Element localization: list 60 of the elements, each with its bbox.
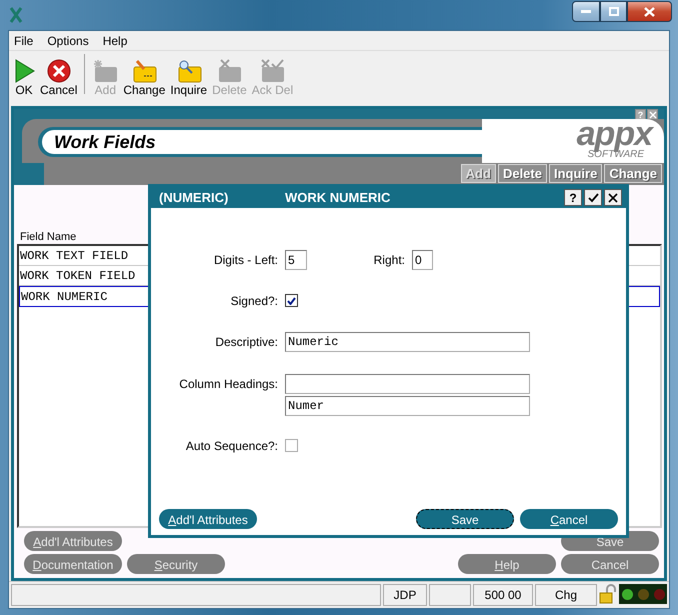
save-button[interactable]: Save (416, 509, 514, 529)
close-button[interactable] (627, 1, 672, 22)
add-l-attributes-button[interactable]: Add'l Attributes (159, 509, 257, 529)
close-icon (648, 110, 656, 118)
help-button[interactable]: Help (458, 554, 556, 574)
field-label: Auto Sequence?: (184, 438, 279, 455)
folder-x-check-icon (259, 59, 286, 83)
folder-icon (92, 59, 118, 83)
close-icon (644, 6, 655, 16)
status-cell: JDP (383, 584, 427, 606)
menu-item[interactable]: Options (47, 34, 89, 48)
toolbar-button[interactable]: Cancel (39, 59, 78, 97)
status-cell: 500 00 (473, 584, 533, 606)
toolbar-button[interactable]: Inquire (169, 59, 208, 97)
logo: appx SOFTWARE (482, 119, 664, 163)
input-field[interactable]: 0 (412, 250, 433, 270)
play-icon (13, 59, 35, 83)
dialog-type: (NUMERIC) (159, 190, 230, 205)
mode-button[interactable]: Inquire (548, 164, 602, 183)
minimize-icon (581, 10, 591, 14)
cancel-button[interactable]: Cancel (520, 509, 618, 529)
minimize-button[interactable] (572, 1, 600, 22)
field-label: Digits - Left: (212, 252, 279, 269)
column-header: Field Name (20, 231, 78, 243)
screen-title: Work Fields (42, 130, 482, 154)
menu-item[interactable]: Help (102, 34, 128, 48)
mode-button[interactable]: Change (604, 164, 662, 183)
mode-button[interactable]: Delete (498, 164, 547, 183)
help-button[interactable]: ? (564, 189, 582, 206)
field-label: Right: (372, 252, 406, 269)
field-label: Column Headings: (178, 376, 279, 393)
maximize-icon (608, 7, 618, 16)
field-label: Signed?: (230, 293, 279, 310)
input-field[interactable]: Numeric (285, 332, 530, 352)
status-cell: Chg (535, 584, 597, 606)
input-field[interactable]: Numer (285, 396, 530, 416)
dialog-title: WORK NUMERIC (285, 190, 392, 205)
close-icon (608, 192, 618, 202)
input-field[interactable]: 5 (285, 250, 307, 270)
field-label: Descriptive: (214, 334, 279, 351)
check-icon (588, 192, 598, 202)
menu-item[interactable]: File (14, 34, 34, 48)
traffic-light-icon (619, 584, 667, 604)
security-button[interactable]: Security (127, 554, 225, 574)
cancel-button[interactable]: Cancel (561, 554, 659, 574)
ok-button[interactable] (584, 189, 602, 206)
padlock-icon (599, 584, 617, 604)
checkbox[interactable] (285, 294, 298, 307)
toolbar-button[interactable]: Change (122, 59, 166, 97)
note-pencil-icon (131, 59, 158, 83)
close-button[interactable] (604, 189, 622, 206)
add-l-attributes-button[interactable]: Add'l Attributes (24, 531, 122, 551)
cancel-icon (46, 59, 71, 83)
checkbox[interactable] (285, 439, 298, 452)
maximize-button[interactable] (600, 1, 627, 22)
toolbar-button[interactable]: OK (12, 59, 36, 97)
note-magnifier-icon (176, 59, 202, 83)
folder-x-icon (216, 59, 242, 83)
documentation-button[interactable]: Documentation (24, 554, 122, 574)
app-logo-icon (8, 6, 24, 24)
